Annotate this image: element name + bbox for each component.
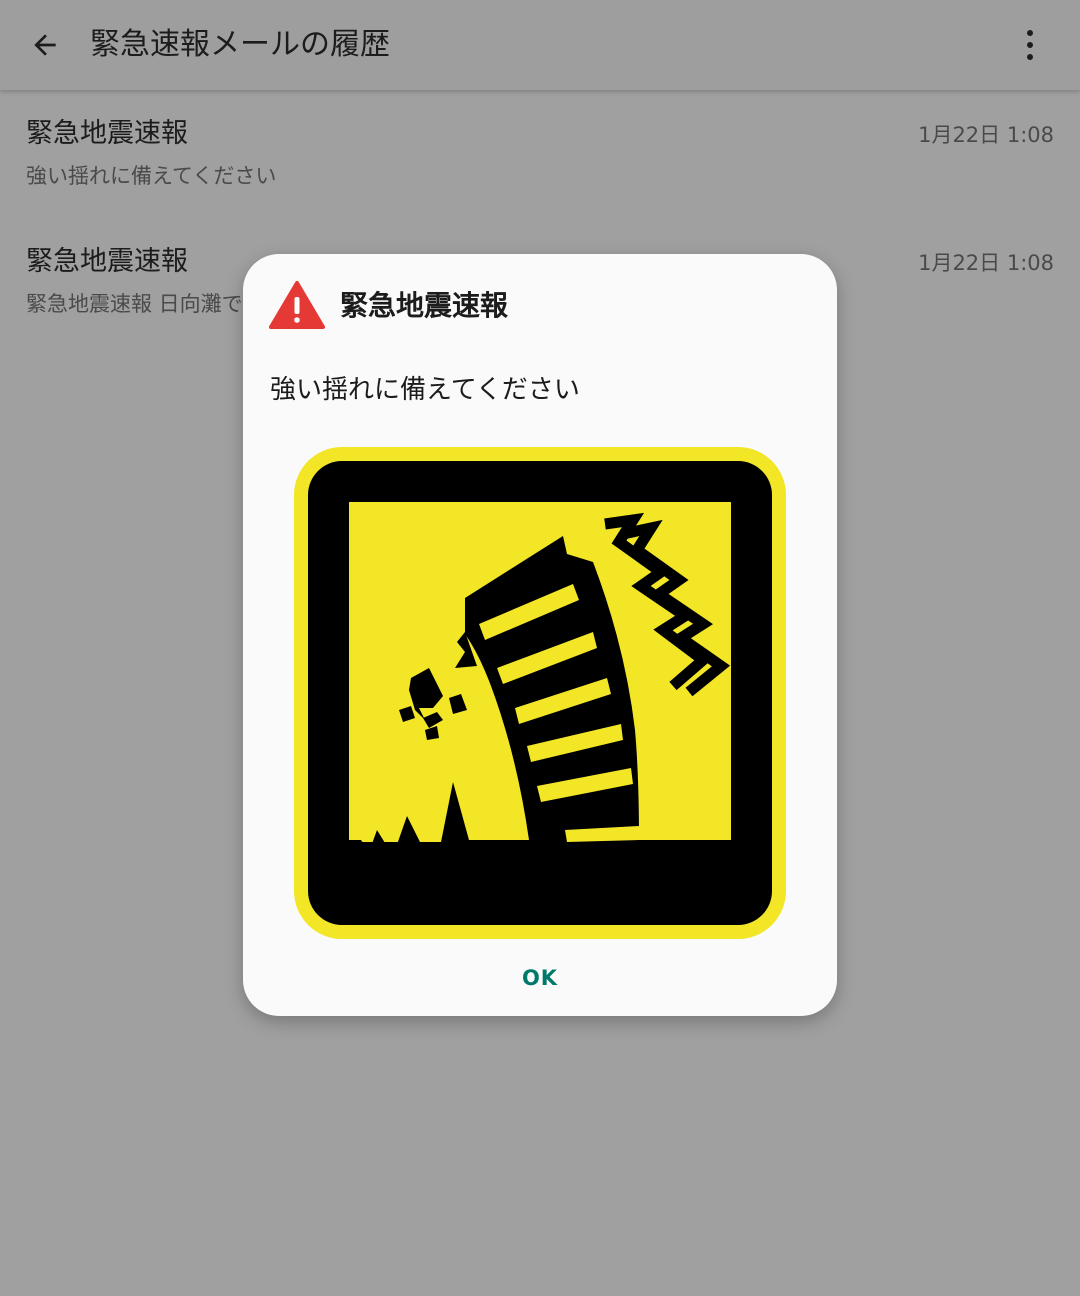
message-date: 1月22日 1:08	[918, 251, 1054, 275]
earthquake-collapsing-building-icon	[294, 447, 786, 939]
message-title: 緊急地震速報	[26, 118, 188, 149]
ok-button[interactable]: OK	[503, 954, 577, 1002]
app-bar: 緊急速報メールの履歴	[0, 0, 1080, 90]
more-vert-icon	[1027, 30, 1033, 60]
warning-icon	[269, 281, 325, 329]
alert-history-screen: 緊急速報メールの履歴 緊急地震速報 強い揺れに備えてください 1月22日 1:0…	[0, 0, 1080, 1296]
dialog-title: 緊急地震速報	[340, 289, 509, 322]
emergency-alert-dialog: 緊急地震速報 強い揺れに備えてください OK	[243, 254, 837, 1016]
message-date: 1月22日 1:08	[918, 123, 1054, 147]
message-preview: 強い揺れに備えてください	[26, 164, 277, 188]
dialog-message: 強い揺れに備えてください	[270, 375, 580, 405]
message-title: 緊急地震速報	[26, 246, 188, 277]
more-options-button[interactable]	[1008, 22, 1052, 68]
back-button[interactable]	[20, 20, 70, 70]
message-list-item[interactable]: 緊急地震速報 強い揺れに備えてください 1月22日 1:08	[0, 95, 1080, 223]
message-preview: 緊急地震速報 日向灘で	[26, 292, 243, 316]
arrow-back-icon	[34, 34, 56, 56]
page-title: 緊急速報メールの履歴	[90, 27, 390, 62]
